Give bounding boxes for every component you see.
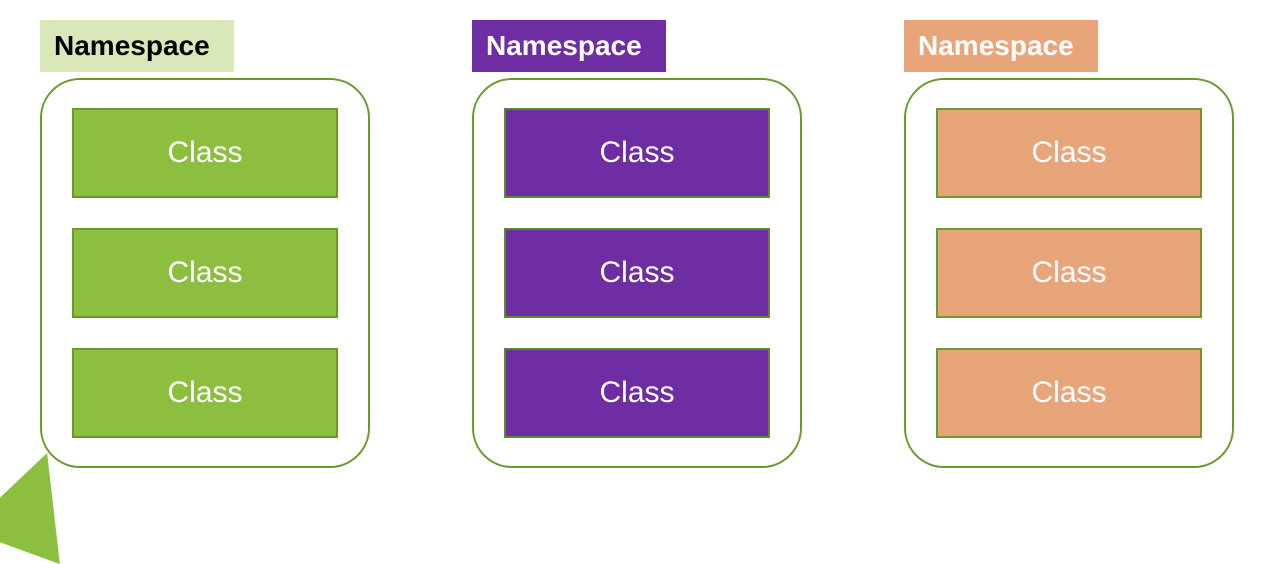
namespace-header: Namespace [472, 20, 666, 72]
class-box: Class [72, 108, 338, 198]
namespace-container: Class Class Class [472, 78, 802, 468]
class-box: Class [72, 228, 338, 318]
class-box: Class [504, 348, 770, 438]
namespace-group-purple: Namespace Class Class Class [472, 20, 802, 468]
namespace-diagram: Namespace Class Class Class Namespace Cl… [0, 0, 1264, 488]
namespace-container: Class Class Class [40, 78, 370, 468]
class-box: Class [936, 228, 1202, 318]
class-box: Class [936, 108, 1202, 198]
namespace-header: Namespace [904, 20, 1098, 72]
namespace-group-orange: Namespace Class Class Class [904, 20, 1234, 468]
class-box: Class [936, 348, 1202, 438]
class-box: Class [504, 108, 770, 198]
class-box: Class [72, 348, 338, 438]
namespace-group-green: Namespace Class Class Class [40, 20, 370, 468]
namespace-header: Namespace [40, 20, 234, 72]
namespace-container: Class Class Class [904, 78, 1234, 468]
class-box: Class [504, 228, 770, 318]
